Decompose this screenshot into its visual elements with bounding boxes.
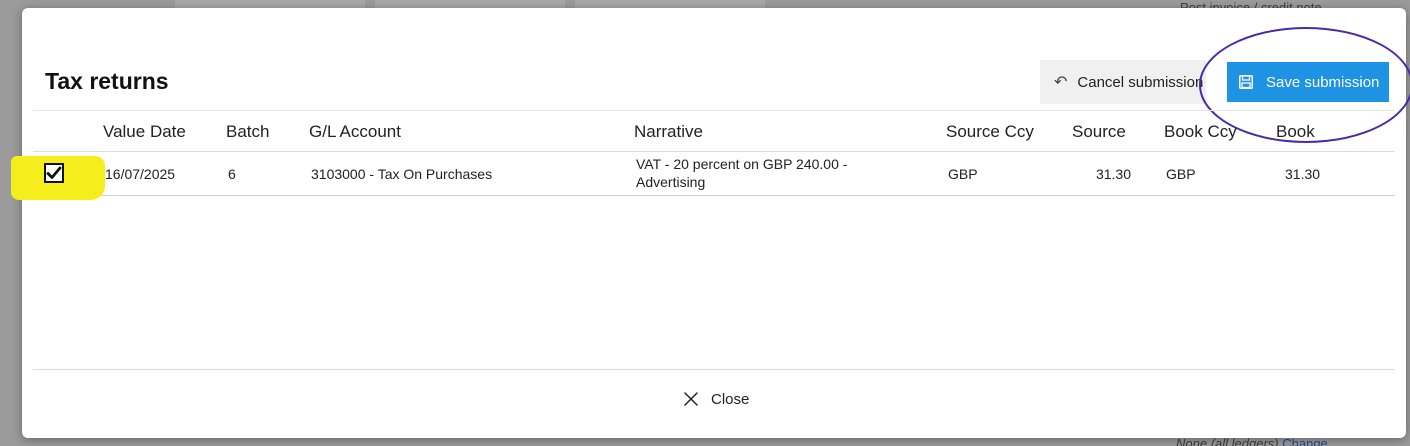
header-gl-account[interactable]: G/L Account bbox=[309, 122, 401, 142]
save-icon bbox=[1239, 75, 1253, 89]
check-icon bbox=[46, 166, 62, 179]
header-batch[interactable]: Batch bbox=[226, 122, 269, 142]
cancel-submission-button[interactable]: ↶ Cancel submission bbox=[1040, 60, 1206, 104]
header-book-ccy[interactable]: Book Ccy bbox=[1164, 122, 1237, 142]
tax-returns-dialog: Tax returns ↶ Cancel submission Save sub… bbox=[11, 8, 1410, 438]
save-submission-button[interactable]: Save submission bbox=[1227, 62, 1389, 102]
cell-source-ccy: GBP bbox=[948, 166, 978, 182]
header-narrative[interactable]: Narrative bbox=[634, 122, 703, 142]
header-value-date[interactable]: Value Date bbox=[103, 122, 186, 142]
header-book[interactable]: Book bbox=[1276, 122, 1315, 142]
close-button[interactable]: Close bbox=[677, 386, 755, 412]
close-icon bbox=[684, 392, 698, 406]
close-label: Close bbox=[711, 390, 750, 408]
undo-icon: ↶ bbox=[1054, 74, 1068, 91]
cell-book-ccy: GBP bbox=[1166, 166, 1196, 182]
cell-source: 31.30 bbox=[1095, 166, 1131, 182]
dialog-title: Tax returns bbox=[45, 68, 169, 94]
footer-divider bbox=[33, 369, 1395, 370]
save-submission-label: Save submission bbox=[1266, 73, 1380, 91]
cancel-submission-label: Cancel submission bbox=[1077, 73, 1204, 91]
row-select-checkbox[interactable] bbox=[44, 163, 64, 183]
tax-returns-table: Value Date Batch G/L Account Narrative S… bbox=[11, 110, 1395, 200]
cell-book: 31.30 bbox=[1285, 166, 1321, 182]
header-source[interactable]: Source bbox=[1072, 122, 1126, 142]
cell-value-date: 16/07/2025 bbox=[105, 166, 176, 182]
header-source-ccy[interactable]: Source Ccy bbox=[946, 122, 1034, 142]
cell-batch: 6 bbox=[228, 166, 236, 182]
table-row[interactable]: 16/07/2025 6 3103000 - Tax On Purchases … bbox=[11, 152, 1395, 200]
cell-gl-account: 3103000 - Tax On Purchases bbox=[311, 166, 493, 182]
cell-narrative: VAT - 20 percent on GBP 240.00 - Adverti… bbox=[636, 156, 848, 190]
table-header-row: Value Date Batch G/L Account Narrative S… bbox=[33, 110, 1395, 152]
